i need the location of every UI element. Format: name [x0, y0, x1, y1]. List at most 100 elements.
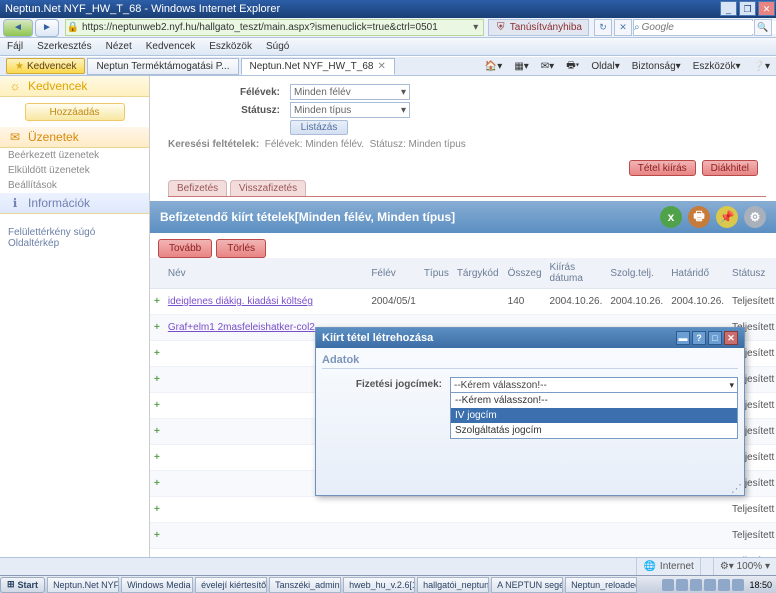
grid-settings-button[interactable]: ⚙	[744, 206, 766, 228]
expand-icon[interactable]: +	[150, 315, 164, 341]
tools-menu[interactable]: Eszközök ▾	[687, 61, 747, 72]
print-button[interactable]: 🖶▾	[560, 58, 585, 75]
modal-help-button[interactable]: ?	[692, 331, 706, 345]
address-dropdown-icon[interactable]: ▾	[469, 22, 483, 33]
menu-file[interactable]: Fájl	[0, 41, 30, 52]
jogcim-option[interactable]: --Kérem válasszon!--	[451, 393, 737, 408]
delete-button-grid[interactable]: Törlés	[216, 239, 266, 258]
status-select[interactable]: Minden típus ▾	[290, 102, 410, 118]
jogcim-option[interactable]: Szolgáltatás jogcím	[451, 423, 737, 438]
col-kiiras[interactable]: Kiírás dátuma	[546, 258, 607, 289]
item-name-link[interactable]: Graf+elm1 2masfeleishatker-col2	[168, 322, 315, 333]
expand-icon[interactable]: +	[150, 445, 164, 471]
search-go-button[interactable]: 🔍	[754, 19, 772, 36]
mail-button[interactable]: ✉▾	[535, 61, 560, 72]
taskbar-item[interactable]: hweb_hu_v.2.6[1...	[343, 577, 415, 593]
col-targykod[interactable]: Tárgykód	[453, 258, 504, 289]
list-button[interactable]: Listázás	[290, 120, 348, 135]
print-grid-button[interactable]: 🖶	[688, 206, 710, 228]
tab-close-icon[interactable]: ✕	[377, 61, 385, 72]
menu-edit[interactable]: Szerkesztés	[30, 41, 98, 52]
taskbar-item[interactable]: Neptun.Net NYF...	[47, 577, 119, 593]
refresh-button[interactable]: ↻	[594, 19, 612, 36]
sidebar-messages-header[interactable]: ✉ Üzenetek	[0, 127, 149, 148]
address-bar[interactable]: 🔒 https://neptunweb2.nyf.hu/hallgato_tes…	[65, 19, 484, 36]
resize-handle-icon[interactable]: ⋰	[731, 486, 742, 493]
col-name[interactable]: Név	[164, 258, 367, 289]
sidebar-info-header[interactable]: ℹ Információk	[0, 193, 149, 214]
taskbar-item[interactable]: A NEPTUN segédl...	[491, 577, 563, 593]
zoom-control[interactable]: ⚙▾ 100% ▾	[713, 558, 776, 576]
sidebar-sitemap-link[interactable]: Oldaltérkép	[8, 238, 141, 249]
browser-search-box[interactable]: ⌕	[633, 19, 753, 36]
col-felev[interactable]: Félév	[367, 258, 420, 289]
tab-visszafizetes[interactable]: Visszafizetés	[230, 180, 306, 196]
felevek-select[interactable]: Minden félév ▾	[290, 84, 410, 100]
item-name-link[interactable]: ideiglenes diákig. kiadási költség	[168, 296, 313, 307]
sidebar-help-link[interactable]: Felülettérkény súgó	[8, 227, 141, 238]
expand-icon[interactable]: +	[150, 367, 164, 393]
feeds-button[interactable]: ▦▾	[508, 61, 534, 72]
sidebar-sent-link[interactable]: Elküldött üzenetek	[0, 163, 149, 178]
zoom-minus-icon[interactable]: ⚙▾	[720, 561, 734, 572]
forward-button[interactable]: ►	[35, 19, 59, 37]
modal-collapse-button[interactable]: ▬	[676, 331, 690, 345]
col-szolg[interactable]: Szolg.telj.	[606, 258, 667, 289]
col-status[interactable]: Státusz	[728, 258, 776, 289]
modal-titlebar[interactable]: Kiírt tétel létrehozása ▬ ? □ ✕	[316, 328, 744, 348]
menu-view[interactable]: Nézet	[99, 41, 139, 52]
taskbar-item[interactable]: Neptun_reloaded	[565, 577, 637, 593]
start-button[interactable]: ⊞ Start	[0, 577, 45, 593]
forward-button-grid[interactable]: Tovább	[158, 239, 212, 258]
diakhitel-button[interactable]: Diákhitel	[702, 160, 758, 176]
menu-tools[interactable]: Eszközök	[202, 41, 259, 52]
add-favorite-button[interactable]: Hozzáadás	[25, 103, 125, 121]
tray-icon[interactable]	[690, 579, 702, 591]
jogcim-option-selected[interactable]: IV jogcím	[451, 408, 737, 423]
tetel-kiiras-button[interactable]: Tétel kiírás	[629, 160, 696, 176]
expand-icon[interactable]: +	[150, 393, 164, 419]
safety-menu[interactable]: Biztonság ▾	[626, 61, 687, 72]
back-button[interactable]: ◄	[3, 19, 33, 37]
window-restore-button[interactable]: ❐	[739, 1, 756, 16]
expand-icon[interactable]: +	[150, 341, 164, 367]
tab-support[interactable]: Neptun Terméktámogatási P...	[87, 58, 238, 75]
col-osszeg[interactable]: Összeg	[504, 258, 546, 289]
tab-neptun[interactable]: Neptun.Net NYF_HW_T_68✕	[241, 58, 395, 75]
expand-icon[interactable]: +	[150, 289, 164, 315]
expand-icon[interactable]: +	[150, 419, 164, 445]
col-tipus[interactable]: Típus	[420, 258, 453, 289]
taskbar-item[interactable]: Windows Media Pl...	[121, 577, 193, 593]
help-button[interactable]: ❔▾	[747, 61, 776, 72]
sidebar-settings-link[interactable]: Beállítások	[0, 178, 149, 193]
modal-close-button[interactable]: ✕	[724, 331, 738, 345]
expand-icon[interactable]: +	[150, 497, 164, 523]
tab-befizetes[interactable]: Befizetés	[168, 180, 227, 196]
favorites-button[interactable]: ★ Kedvencek	[6, 58, 85, 74]
window-minimize-button[interactable]: _	[720, 1, 737, 16]
taskbar-item[interactable]: hallgatói_neptun -...	[417, 577, 489, 593]
tray-icon[interactable]	[676, 579, 688, 591]
sidebar-inbox-link[interactable]: Beérkezett üzenetek	[0, 148, 149, 163]
modal-max-button[interactable]: □	[708, 331, 722, 345]
jogcim-dropdown[interactable]: --Kérem válasszon!-- ▾ --Kérem válasszon…	[450, 377, 738, 439]
jogcim-select[interactable]: --Kérem válasszon!-- ▾	[450, 377, 738, 393]
certificate-warning[interactable]: ⛨ Tanúsítványhiba	[488, 19, 589, 36]
taskbar-item[interactable]: Tanszéki_adminis...	[269, 577, 341, 593]
menu-help[interactable]: Súgó	[259, 41, 296, 52]
sidebar-favorites-header[interactable]: ☼ Kedvencek	[0, 76, 149, 97]
home-button[interactable]: 🏠▾	[479, 61, 508, 72]
menu-favorites[interactable]: Kedvencek	[139, 41, 202, 52]
tray-icon[interactable]	[662, 579, 674, 591]
tray-icon[interactable]	[704, 579, 716, 591]
export-xls-button[interactable]: x	[660, 206, 682, 228]
stop-button[interactable]: ✕	[614, 19, 632, 36]
expand-icon[interactable]: +	[150, 471, 164, 497]
taskbar-item[interactable]: évelejí kiértesítők	[195, 577, 267, 593]
tray-icon[interactable]	[732, 579, 744, 591]
col-hatarido[interactable]: Határidő	[667, 258, 728, 289]
page-menu[interactable]: Oldal ▾	[585, 61, 625, 72]
window-close-button[interactable]: ✕	[758, 1, 775, 16]
tray-icon[interactable]	[718, 579, 730, 591]
pin-button[interactable]: 📌	[716, 206, 738, 228]
